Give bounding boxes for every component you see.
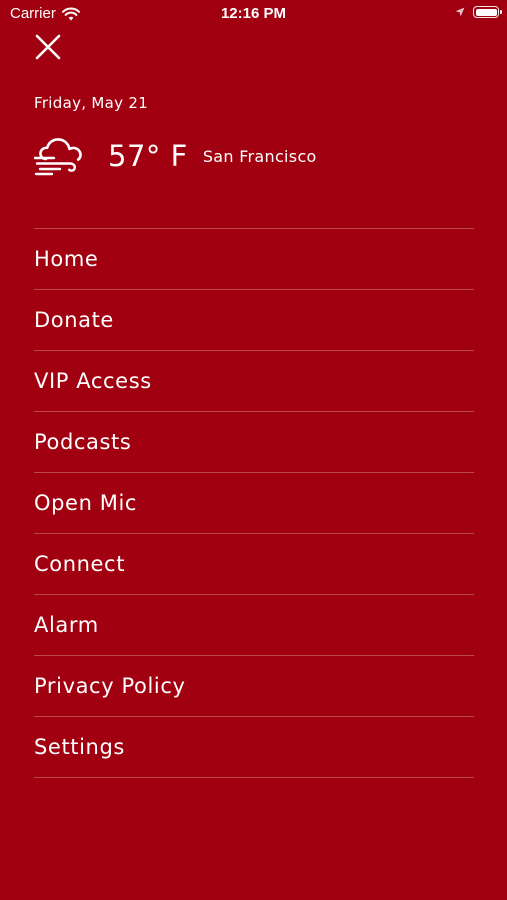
menu-item-alarm[interactable]: Alarm <box>34 595 474 656</box>
date-label: Friday, May 21 <box>34 94 149 112</box>
battery-icon <box>473 6 502 18</box>
status-time: 12:16 PM <box>220 5 287 22</box>
weather-summary: 57° F San Francisco <box>34 134 317 178</box>
menu-item-open-mic[interactable]: Open Mic <box>34 473 474 534</box>
status-right <box>455 6 502 18</box>
menu-item-label: Donate <box>34 308 114 332</box>
close-button[interactable] <box>33 32 63 62</box>
menu-item-privacy-policy[interactable]: Privacy Policy <box>34 656 474 717</box>
close-icon <box>35 34 61 60</box>
menu-item-label: VIP Access <box>34 369 152 393</box>
menu-item-label: Alarm <box>34 613 99 637</box>
city-name: San Francisco <box>202 146 317 166</box>
menu-item-vip-access[interactable]: VIP Access <box>34 351 474 412</box>
location-arrow-icon <box>455 7 465 17</box>
menu-item-label: Settings <box>34 735 125 759</box>
menu-item-label: Privacy Policy <box>34 674 186 698</box>
menu-item-label: Podcasts <box>34 430 132 454</box>
temperature: 57° F <box>108 139 188 173</box>
menu-item-home[interactable]: Home <box>34 229 474 290</box>
side-menu: Home Donate VIP Access Podcasts Open Mic… <box>34 228 474 778</box>
status-bar: Carrier 12:16 PM <box>0 0 507 28</box>
menu-item-podcasts[interactable]: Podcasts <box>34 412 474 473</box>
windy-cloud-icon <box>34 138 82 176</box>
menu-item-settings[interactable]: Settings <box>34 717 474 778</box>
menu-item-label: Connect <box>34 552 126 576</box>
menu-item-connect[interactable]: Connect <box>34 534 474 595</box>
menu-item-donate[interactable]: Donate <box>34 290 474 351</box>
menu-item-label: Open Mic <box>34 491 138 515</box>
menu-item-label: Home <box>34 247 99 271</box>
